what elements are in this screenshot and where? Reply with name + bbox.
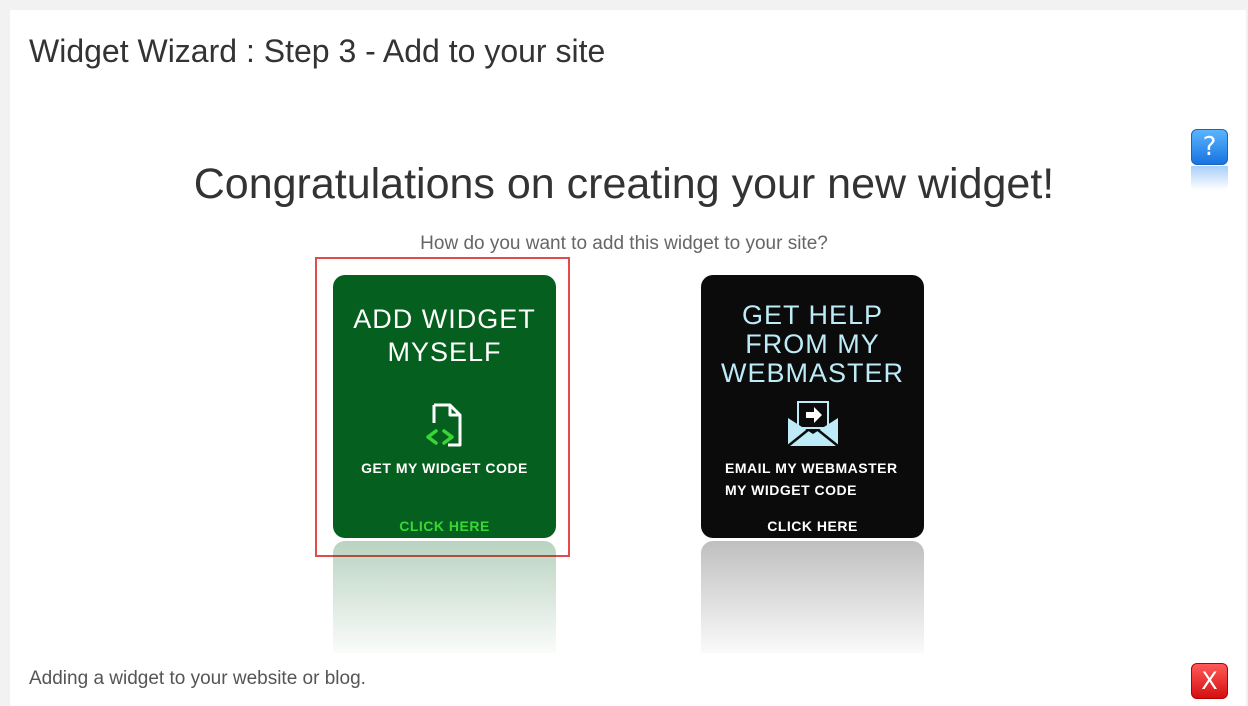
get-widget-code-label: GET MY WIDGET CODE <box>361 460 528 476</box>
close-button[interactable]: X <box>1191 663 1228 699</box>
email-webmaster-label: EMAIL MY WEBMASTER <box>725 460 898 476</box>
email-envelope-icon <box>701 400 924 455</box>
add-widget-myself-button[interactable]: ADD WIDGET MYSELF GET MY WIDGET CODE CLI… <box>333 275 556 538</box>
add-widget-myself-title: ADD WIDGET MYSELF <box>353 304 536 367</box>
page-title: Widget Wizard : Step 3 - Add to your sit… <box>29 33 606 69</box>
click-here-label: CLICK HERE <box>399 518 490 534</box>
widget-code-label: MY WIDGET CODE <box>725 482 857 498</box>
add-method-question: How do you want to add this widget to yo… <box>420 233 828 254</box>
card-reflection <box>333 541 556 653</box>
click-here-label: CLICK HERE <box>767 518 858 534</box>
congratulations-heading: Congratulations on creating your new wid… <box>193 160 1055 208</box>
get-help-webmaster-button[interactable]: GET HELP FROM MY WEBMASTER EMAIL MY WEBM… <box>701 275 924 538</box>
card-reflection <box>701 541 924 653</box>
footer-description: Adding a widget to your website or blog. <box>29 668 366 689</box>
get-help-webmaster-title: GET HELP FROM MY WEBMASTER <box>720 300 904 388</box>
wizard-panel <box>10 10 1246 706</box>
code-file-icon <box>333 401 556 456</box>
